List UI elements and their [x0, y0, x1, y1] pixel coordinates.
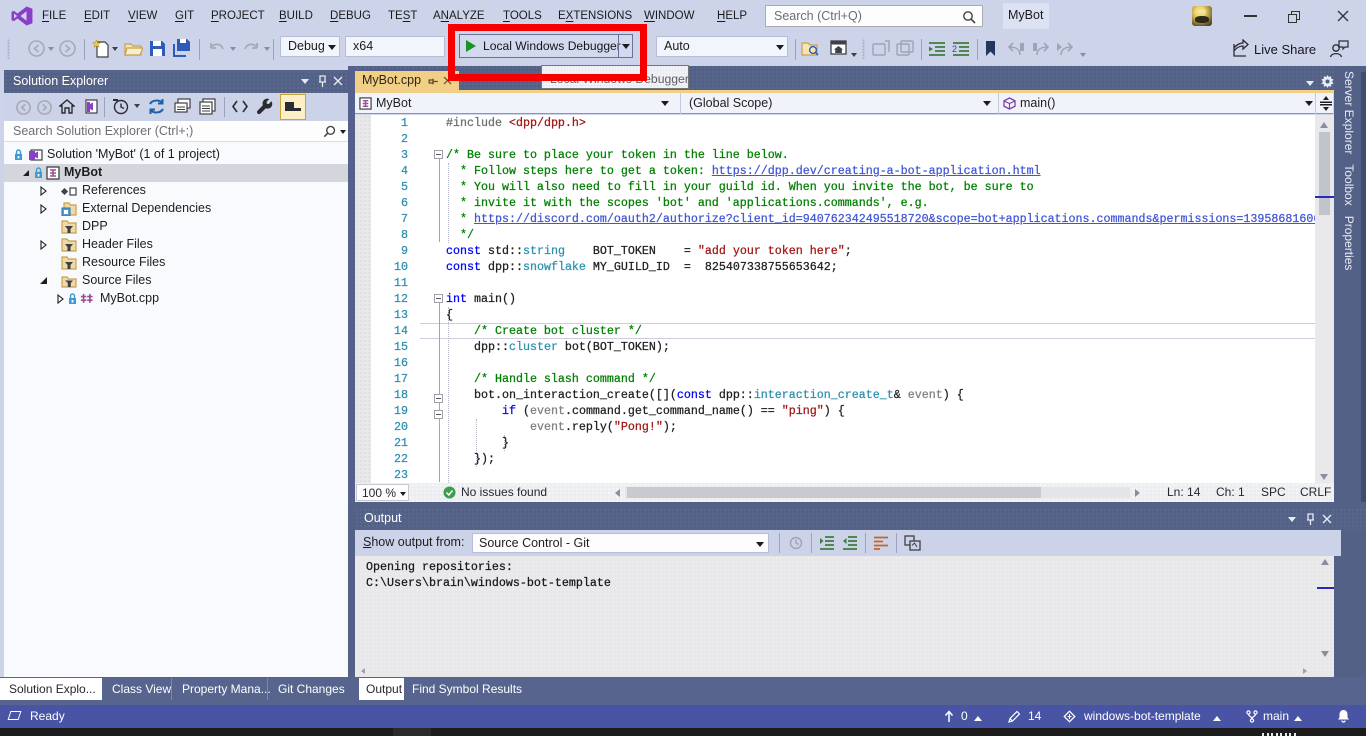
- svg-text:2: 2: [952, 44, 957, 54]
